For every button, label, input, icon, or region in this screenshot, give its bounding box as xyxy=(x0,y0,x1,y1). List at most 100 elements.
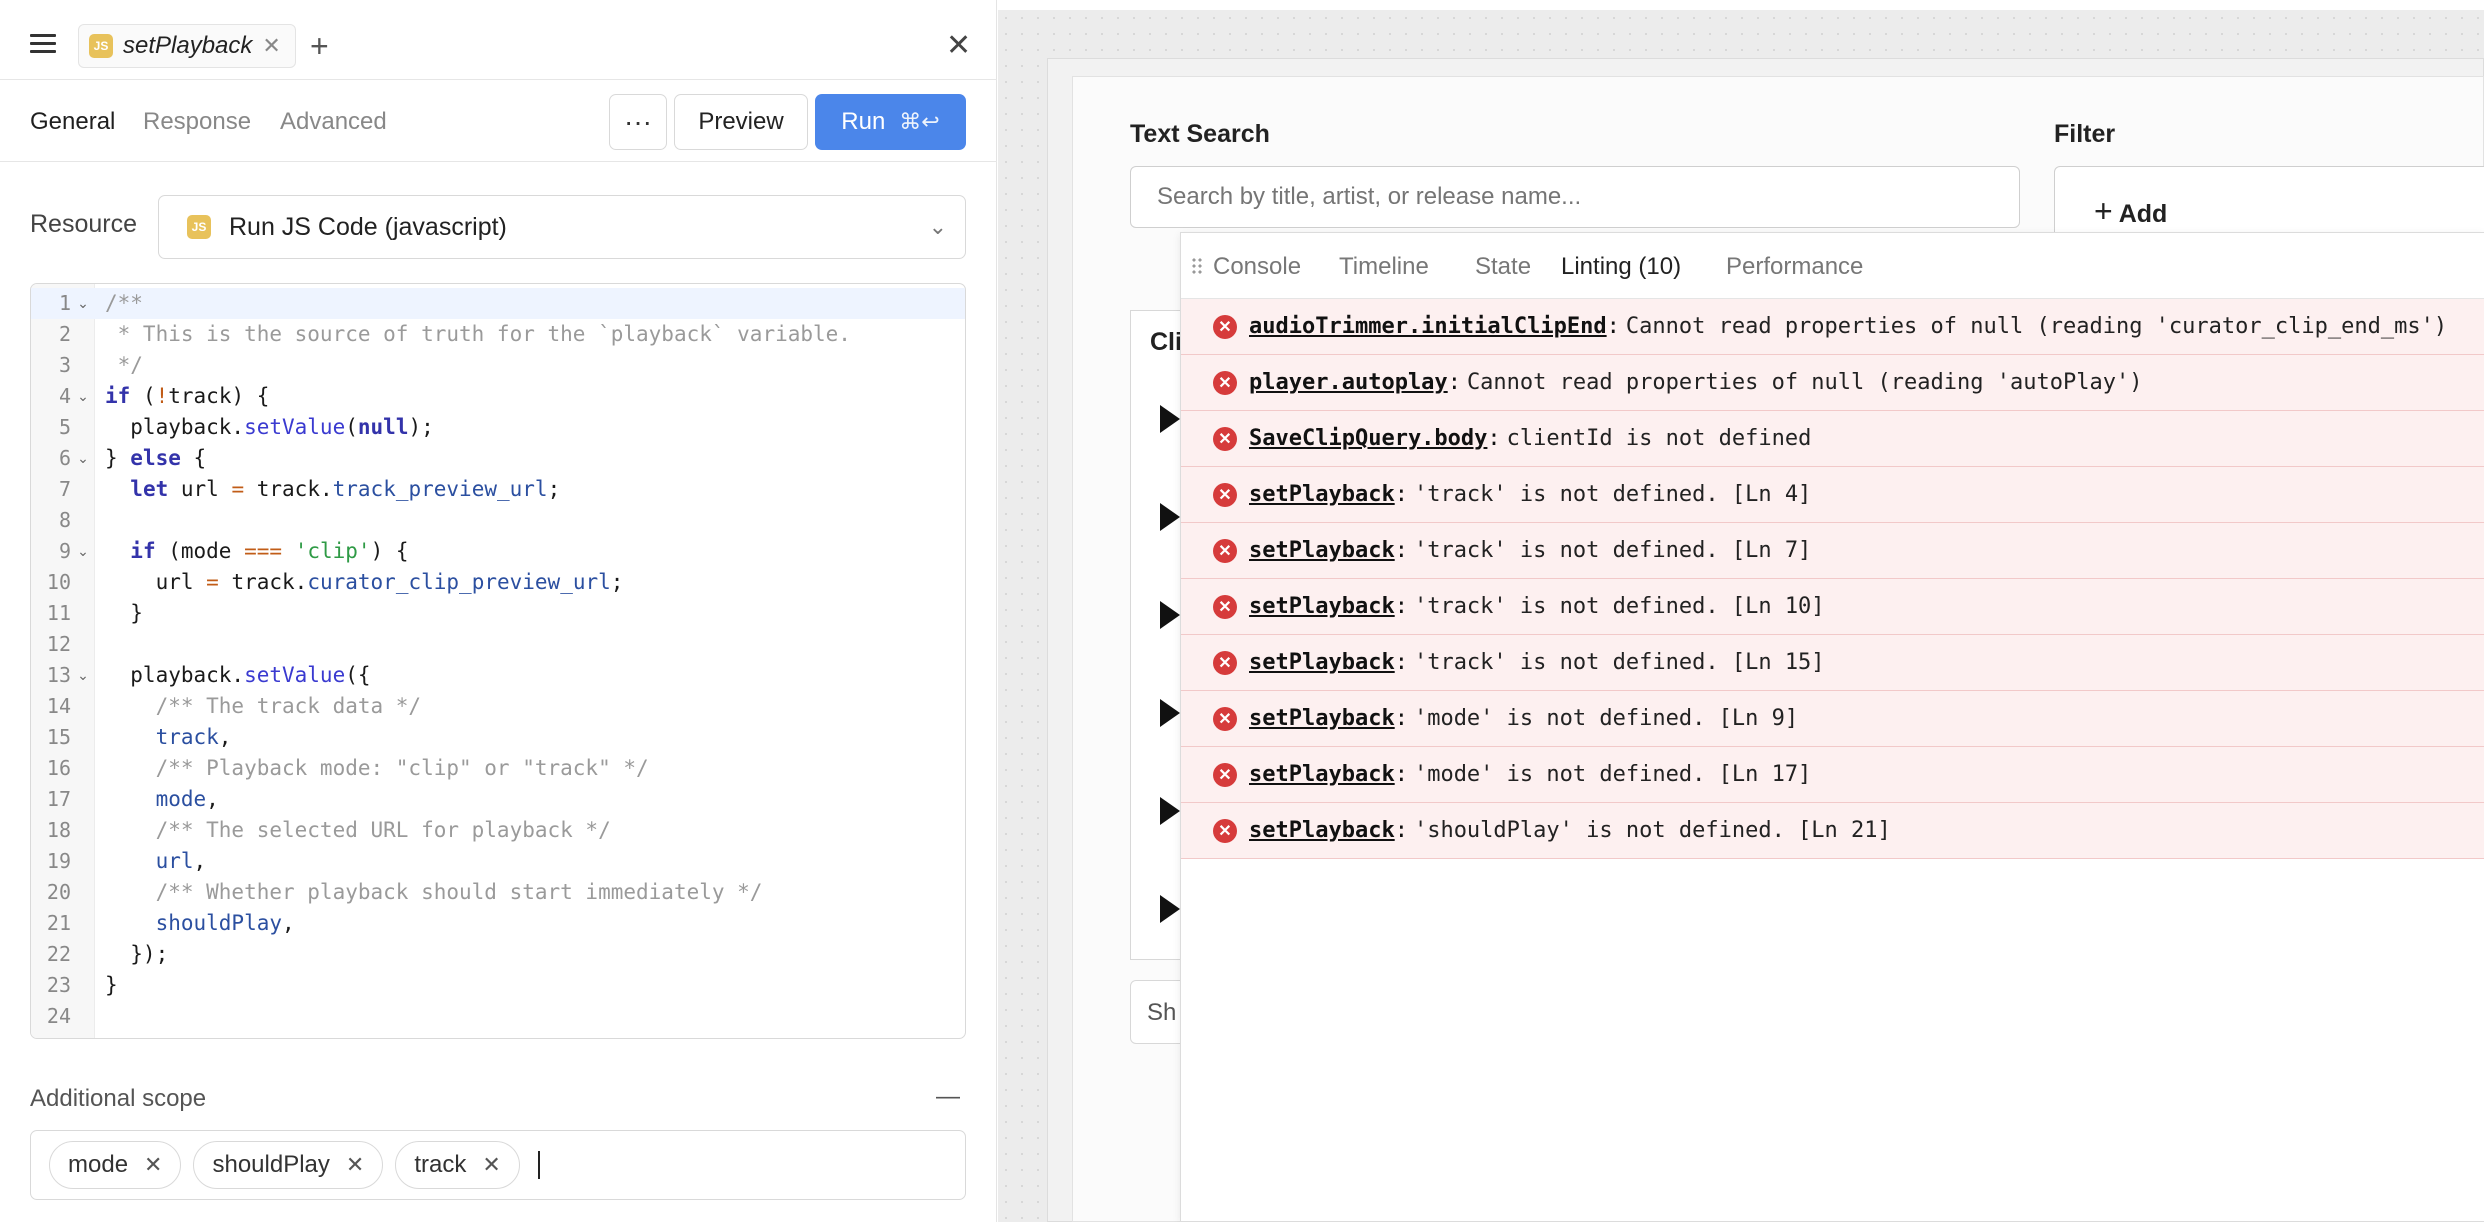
play-icon[interactable] xyxy=(1160,797,1180,825)
menu-icon[interactable] xyxy=(30,32,56,54)
tab-setplayback[interactable]: JS setPlayback ✕ xyxy=(78,24,296,68)
error-icon: ✕ xyxy=(1213,762,1237,787)
scope-input[interactable]: mode ✕ shouldPlay ✕ track ✕ xyxy=(30,1130,966,1200)
text-search-input[interactable] xyxy=(1130,166,2020,228)
tab-response[interactable]: Response xyxy=(143,108,251,136)
error-icon: ✕ xyxy=(1213,482,1237,507)
remove-chip-icon[interactable]: ✕ xyxy=(482,1152,500,1178)
error-source-link[interactable]: player.autoplay xyxy=(1249,370,1448,395)
scope-chip: track ✕ xyxy=(395,1141,520,1189)
fold-chevron-icon[interactable]: ⌄ xyxy=(71,443,95,474)
code-line: 10 url = track.curator_clip_preview_url; xyxy=(31,567,965,598)
error-separator: : xyxy=(1394,482,1408,507)
add-tab-icon[interactable]: + xyxy=(310,28,329,65)
line-number: 18 xyxy=(46,818,71,842)
fold-chevron-icon xyxy=(71,691,95,722)
play-icon[interactable] xyxy=(1160,895,1180,923)
lint-error-row: ✕ setPlayback:'track' is not defined. [Ln… xyxy=(1181,635,2484,691)
line-number: 2 xyxy=(58,322,71,346)
resource-select[interactable]: JS Run JS Code (javascript) ⌄ xyxy=(158,195,966,259)
close-tab-icon[interactable]: ✕ xyxy=(262,33,280,59)
code-text: mode, xyxy=(105,787,219,811)
code-line: 24 xyxy=(31,1001,965,1032)
lint-error-row: ✕ SaveClipQuery.body: clientId is not defi… xyxy=(1181,411,2484,467)
code-line: 1 ⌄ /** xyxy=(31,288,965,319)
fold-chevron-icon[interactable]: ⌄ xyxy=(71,288,95,319)
run-button[interactable]: Run ⌘↩ xyxy=(815,94,966,150)
lint-error-row: ✕ setPlayback:'mode' is not defined. [Ln … xyxy=(1181,691,2484,747)
tab-state[interactable]: State xyxy=(1475,253,1531,281)
fold-chevron-icon xyxy=(71,412,95,443)
remove-chip-icon[interactable]: ✕ xyxy=(144,1152,162,1178)
fold-chevron-icon[interactable]: ⌄ xyxy=(71,660,95,691)
add-filter-button[interactable]: + Add xyxy=(2094,193,2167,230)
tab-advanced[interactable]: Advanced xyxy=(280,108,387,136)
line-number: 3 xyxy=(58,353,71,377)
error-icon: ✕ xyxy=(1213,538,1237,563)
code-line: 14 /** The track data */ xyxy=(31,691,965,722)
close-panel-icon[interactable]: ✕ xyxy=(946,28,971,63)
code-text: /** Whether playback should start immedi… xyxy=(105,880,763,904)
play-icon[interactable] xyxy=(1160,503,1180,531)
line-number: 13 xyxy=(46,663,71,687)
error-separator: : xyxy=(1394,762,1408,787)
error-source-link[interactable]: SaveClipQuery.body xyxy=(1249,426,1487,451)
lint-error-row: ✕ player.autoplay: Cannot read properties … xyxy=(1181,355,2484,411)
line-number: 11 xyxy=(46,601,71,625)
code-line: 13 ⌄ playback.setValue({ xyxy=(31,660,965,691)
debugger-tabs: Console Timeline State Linting (10) Perf… xyxy=(1181,233,2484,302)
fold-chevron-icon[interactable]: ⌄ xyxy=(71,536,95,567)
footer-text: Sh xyxy=(1147,999,1177,1026)
error-icon: ✕ xyxy=(1213,818,1237,843)
line-number: 23 xyxy=(46,973,71,997)
code-text: shouldPlay, xyxy=(105,911,295,935)
error-source-link[interactable]: setPlayback xyxy=(1249,594,1395,619)
code-text: /** The track data */ xyxy=(105,694,422,718)
tab-console[interactable]: Console xyxy=(1213,253,1301,281)
lint-error-row: ✕ setPlayback:'track' is not defined. [Ln… xyxy=(1181,467,2484,523)
error-source-link[interactable]: setPlayback xyxy=(1249,762,1395,787)
run-label: Run xyxy=(841,108,886,135)
line-number: 21 xyxy=(46,911,71,935)
fold-chevron-icon xyxy=(71,474,95,505)
text-cursor xyxy=(537,1151,540,1179)
remove-chip-icon[interactable]: ✕ xyxy=(346,1152,364,1178)
tab-general[interactable]: General xyxy=(30,108,115,136)
fold-chevron-icon xyxy=(71,846,95,877)
error-source-link[interactable]: setPlayback xyxy=(1249,538,1395,563)
error-message: clientId is not defined xyxy=(1506,426,1812,451)
tab-linting[interactable]: Linting (10) xyxy=(1561,253,1682,302)
line-number: 10 xyxy=(46,570,71,594)
code-line: 5 playback.setValue(null); xyxy=(31,412,965,443)
fold-chevron-icon xyxy=(71,939,95,970)
code-editor[interactable]: 1 ⌄/** 2 * This is the source of truth for… xyxy=(30,283,966,1039)
error-source-link[interactable]: setPlayback xyxy=(1249,650,1395,675)
error-icon: ✕ xyxy=(1213,706,1237,731)
code-text: if (!track) { xyxy=(105,384,270,408)
error-message: 'shouldPlay' is not defined. [Ln 21] xyxy=(1413,818,1891,843)
error-source-link[interactable]: setPlayback xyxy=(1249,706,1395,731)
error-separator: : xyxy=(1447,370,1461,395)
preview-button[interactable]: Preview xyxy=(674,94,808,150)
code-line: 2 * This is the source of truth for the … xyxy=(31,319,965,350)
line-number: 1 xyxy=(58,291,71,315)
collapse-scope-icon[interactable]: — xyxy=(936,1083,960,1111)
code-text: /** The selected URL for playback */ xyxy=(105,818,611,842)
more-options-button[interactable]: ··· xyxy=(609,94,667,150)
error-source-link[interactable]: setPlayback xyxy=(1249,482,1395,507)
play-icon[interactable] xyxy=(1160,601,1180,629)
tab-performance[interactable]: Performance xyxy=(1726,253,1863,281)
tab-timeline[interactable]: Timeline xyxy=(1339,253,1429,281)
error-source-link[interactable]: setPlayback xyxy=(1249,818,1395,843)
drag-handle-icon[interactable] xyxy=(1191,257,1203,275)
code-text: if (mode === 'clip') { xyxy=(130,539,409,563)
error-source-link[interactable]: audioTrimmer.initialClipEnd xyxy=(1249,314,1607,339)
play-icon[interactable] xyxy=(1160,405,1180,433)
line-number: 6 xyxy=(58,446,71,470)
fold-chevron-icon[interactable]: ⌄ xyxy=(71,381,95,412)
code-text: let url = track.track_preview_url; xyxy=(130,477,561,501)
play-icon[interactable] xyxy=(1160,699,1180,727)
fold-chevron-icon xyxy=(71,877,95,908)
add-label: Add xyxy=(2118,200,2168,228)
